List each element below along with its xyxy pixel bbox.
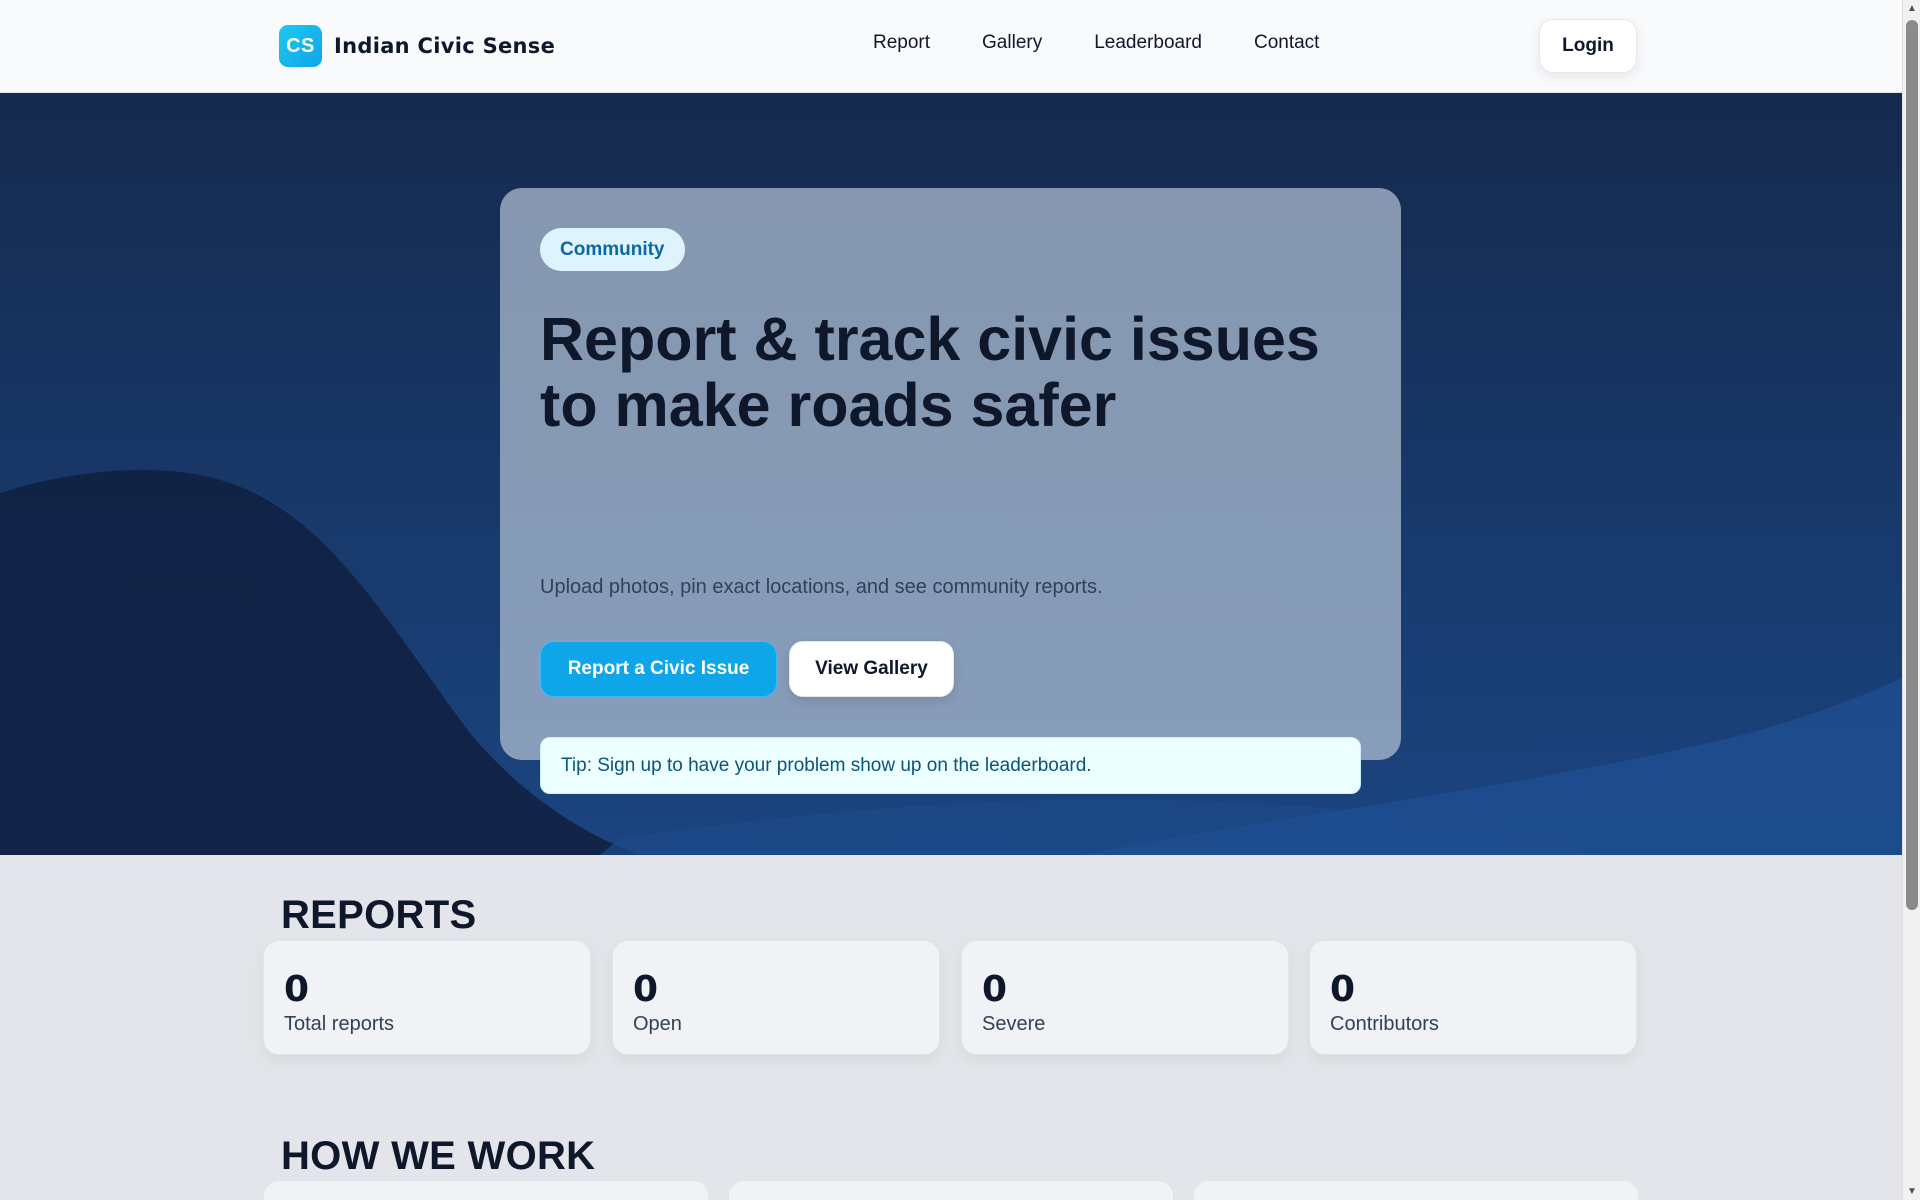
- scroll-down-arrow-icon[interactable]: ▼: [1903, 1183, 1920, 1200]
- how-we-work-card: [1193, 1180, 1639, 1200]
- how-we-work-heading: HOW WE WORK: [281, 1134, 596, 1178]
- scrollbar-thumb[interactable]: [1906, 20, 1918, 910]
- brand-logo: CS: [279, 25, 322, 67]
- stat-card-contributors: 0 Contributors: [1309, 940, 1637, 1055]
- nav-contact-link[interactable]: Contact: [1254, 32, 1319, 54]
- nav-leaderboard-link[interactable]: Leaderboard: [1094, 32, 1202, 54]
- brand-name: Indian Civic Sense: [334, 34, 556, 58]
- how-we-work-card: [263, 1180, 709, 1200]
- stat-value: 0: [633, 969, 659, 1010]
- hero-subtitle: Upload photos, pin exact locations, and …: [540, 576, 1103, 598]
- stat-label: Severe: [982, 1013, 1046, 1035]
- nav-report-link[interactable]: Report: [873, 32, 930, 54]
- brand[interactable]: CS Indian Civic Sense: [279, 25, 555, 67]
- stat-card-severe: 0 Severe: [961, 940, 1289, 1055]
- community-badge: Community: [540, 228, 685, 271]
- stat-card-total-reports: 0 Total reports: [263, 940, 591, 1055]
- stat-value: 0: [982, 969, 1008, 1010]
- stat-card-open: 0 Open: [612, 940, 940, 1055]
- navbar: CS Indian Civic Sense Report Gallery Lea…: [0, 0, 1902, 93]
- login-button[interactable]: Login: [1539, 19, 1637, 73]
- page: CS Indian Civic Sense Report Gallery Lea…: [0, 0, 1902, 1200]
- scroll-up-arrow-icon[interactable]: ▲: [1903, 0, 1920, 17]
- main-nav: Report Gallery Leaderboard Contact: [873, 32, 1371, 54]
- report-issue-button[interactable]: Report a Civic Issue: [540, 641, 777, 697]
- hero-card: Community Report & track civic issues to…: [500, 188, 1401, 794]
- page-scrollbar[interactable]: ▲ ▼: [1902, 0, 1920, 1200]
- reports-heading: REPORTS: [281, 893, 477, 937]
- tip-banner: Tip: Sign up to have your problem show u…: [540, 737, 1361, 794]
- stat-value: 0: [284, 969, 310, 1010]
- stat-label: Open: [633, 1013, 682, 1035]
- nav-gallery-link[interactable]: Gallery: [982, 32, 1042, 54]
- stat-label: Contributors: [1330, 1013, 1439, 1035]
- hero-title: Report & track civic issues to make road…: [540, 305, 1320, 439]
- how-we-work-card: [728, 1180, 1174, 1200]
- stat-label: Total reports: [284, 1013, 395, 1035]
- hero-section: Community Report & track civic issues to…: [0, 93, 1902, 855]
- stat-value: 0: [1330, 969, 1356, 1010]
- view-gallery-button[interactable]: View Gallery: [789, 641, 954, 697]
